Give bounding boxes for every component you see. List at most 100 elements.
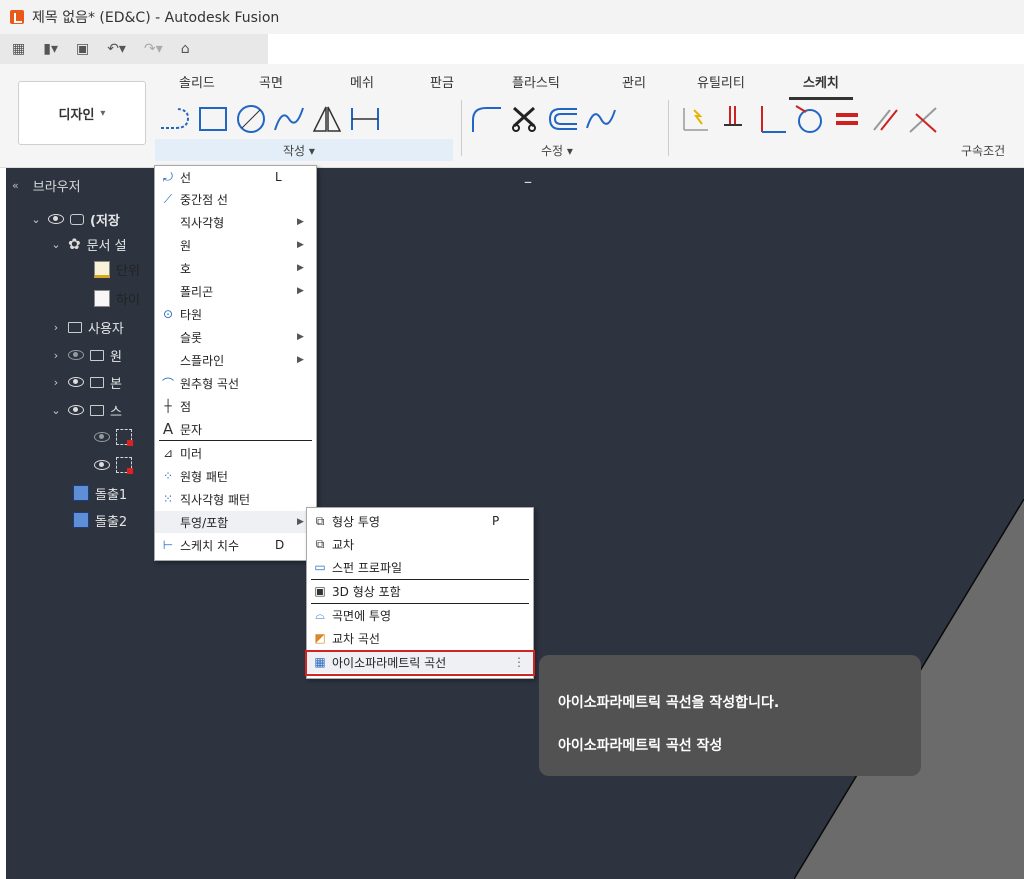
tree-row-units[interactable]: 단위 xyxy=(94,258,140,280)
minimize-icon[interactable]: – xyxy=(524,172,532,191)
trim-tool-icon[interactable] xyxy=(506,99,544,139)
tree-row-root[interactable]: ⌄ (저장 xyxy=(30,208,119,230)
spline-tool-icon[interactable] xyxy=(270,99,308,139)
menu-item-rectangle[interactable]: 직사각형 ▶ xyxy=(155,211,316,233)
submenu-arrow-icon: ▶ xyxy=(297,263,304,273)
folder-icon xyxy=(90,376,104,388)
create-tools xyxy=(156,98,384,140)
constraints-group-label[interactable]: 구속조건 xyxy=(961,142,1005,159)
menu-item-arc[interactable]: 호 ▶ xyxy=(155,257,316,279)
chevron-right-icon[interactable]: › xyxy=(50,349,62,362)
hidden-eye-icon[interactable] xyxy=(94,432,110,442)
menu-item-text[interactable]: A 문자 xyxy=(155,418,316,440)
menu-item-spun-profile[interactable]: ▭ 스펀 프로파일 xyxy=(307,556,533,578)
named-view-icon xyxy=(94,289,110,307)
menu-item-project-include[interactable]: 투영/포함 ▶ xyxy=(155,511,316,533)
tree-row-document-settings[interactable]: ⌄ ✿ 문서 설 xyxy=(50,233,127,255)
tab-mesh[interactable]: 메쉬 xyxy=(350,72,374,91)
chevron-right-icon[interactable]: › xyxy=(50,376,62,389)
rectangle-tool-icon[interactable] xyxy=(194,99,232,139)
file-menu-icon[interactable]: ▮▾ xyxy=(43,41,58,57)
project-to-surface-icon: ⌓ xyxy=(315,607,325,622)
tree-row-sketches[interactable]: ⌄ 스 xyxy=(50,399,122,421)
tab-surface[interactable]: 곡면 xyxy=(259,72,283,91)
menu-item-spline[interactable]: 스플라인 ▶ xyxy=(155,349,316,371)
tab-sheet-metal[interactable]: 판금 xyxy=(430,72,454,91)
offset-tool-icon[interactable] xyxy=(544,99,582,139)
tree-row-hidden[interactable]: 하이 xyxy=(94,287,140,309)
menu-item-ellipse[interactable]: ⊙ 타원 xyxy=(155,303,316,325)
separator xyxy=(461,100,462,156)
tab-plastic[interactable]: 플라스틱 xyxy=(512,72,560,91)
menu-item-point[interactable]: ┼ 점 xyxy=(155,395,316,417)
menu-item-polygon[interactable]: 폴리곤 ▶ xyxy=(155,280,316,302)
ellipse-icon: ⊙ xyxy=(162,307,174,321)
tree-row-sketch-b[interactable] xyxy=(94,454,138,476)
perpendicular-constraint-icon[interactable] xyxy=(752,99,790,139)
include-3d-icon: ▣ xyxy=(314,584,326,598)
line-tool-icon[interactable] xyxy=(156,99,194,139)
menu-item-line[interactable]: ⤾ 선 L xyxy=(155,166,316,188)
tab-manage[interactable]: 관리 xyxy=(622,72,646,91)
tree-label: 원 xyxy=(110,349,122,365)
tab-utilities[interactable]: 유틸리티 xyxy=(697,72,745,91)
menu-item-mirror[interactable]: ⊿ 미러 xyxy=(155,442,316,464)
visibility-eye-icon[interactable] xyxy=(68,377,84,387)
circle-tool-icon[interactable] xyxy=(232,99,270,139)
tree-label: 단위 xyxy=(116,263,140,279)
chevron-down-icon[interactable]: ⌄ xyxy=(50,404,62,417)
chevron-down-icon[interactable]: ⌄ xyxy=(50,238,62,251)
fillet-tool-icon[interactable] xyxy=(468,99,506,139)
chevron-down-icon[interactable]: ⌄ xyxy=(30,213,42,226)
command-tooltip: 아이소파라메트릭 곡선을 작성합니다. 아이소파라메트릭 곡선 작성 xyxy=(539,655,921,776)
tree-row-bodies[interactable]: › 본 xyxy=(50,371,122,393)
tree-row-sketch-a[interactable] xyxy=(94,426,138,448)
redo-icon[interactable]: ↷▾ xyxy=(144,41,163,57)
visibility-eye-icon[interactable] xyxy=(94,460,110,470)
visibility-eye-icon[interactable] xyxy=(68,405,84,415)
tangent-constraint-icon[interactable] xyxy=(790,99,828,139)
menu-item-sketch-dimension[interactable]: ⊢ 스케치 치수 D xyxy=(155,534,316,556)
tree-row-origin[interactable]: › 원 xyxy=(50,344,122,366)
tree-row-extrude2[interactable]: 돌출2 xyxy=(73,509,127,531)
grid-menu-icon[interactable]: ▦ xyxy=(12,41,25,57)
tree-row-extrude1[interactable]: 돌출1 xyxy=(73,482,127,504)
menu-item-rectangular-pattern[interactable]: ⁙ 직사각형 패턴 xyxy=(155,488,316,510)
parallel-constraint-icon[interactable] xyxy=(866,99,904,139)
menu-item-circle[interactable]: 원 ▶ xyxy=(155,234,316,256)
menu-item-include-3d-geometry[interactable]: ▣ 3D 형상 포함 xyxy=(307,580,533,602)
create-group-label[interactable]: 작성 ▾ xyxy=(283,142,315,159)
visibility-eye-icon[interactable] xyxy=(48,214,64,224)
workspace-switcher[interactable]: 디자인 ▾ xyxy=(18,81,146,145)
tab-sketch[interactable]: 스케치 xyxy=(789,72,853,100)
menu-item-circular-pattern[interactable]: ⁘ 원형 패턴 xyxy=(155,465,316,487)
wave-tool-icon[interactable] xyxy=(582,99,620,139)
save-icon[interactable]: ▣ xyxy=(76,41,89,57)
menu-item-intersection-curve[interactable]: ◩ 교차 곡선 xyxy=(307,627,533,649)
menu-item-project-to-surface[interactable]: ⌓ 곡면에 투영 xyxy=(307,604,533,626)
dimension-tool-icon[interactable] xyxy=(346,99,384,139)
menu-item-intersect[interactable]: ⧉ 교차 xyxy=(307,533,533,555)
tree-label: 스 xyxy=(110,404,122,420)
tab-solid[interactable]: 솔리드 xyxy=(179,72,215,91)
collapse-panel-icon[interactable]: « xyxy=(12,179,19,192)
mirror-tool-icon[interactable] xyxy=(308,99,346,139)
hidden-eye-icon[interactable] xyxy=(68,350,84,360)
tree-label: 문서 설 xyxy=(86,238,127,254)
title-bar: 제목 없음* (ED&C) - Autodesk Fusion xyxy=(0,0,1024,34)
home-icon[interactable]: ⌂ xyxy=(181,41,190,57)
collinear-constraint-icon[interactable] xyxy=(904,99,942,139)
menu-item-slot[interactable]: 슬롯 ▶ xyxy=(155,326,316,348)
line-icon: ⤾ xyxy=(163,169,173,184)
component-icon xyxy=(70,213,84,225)
chevron-right-icon[interactable]: › xyxy=(50,321,62,334)
modify-group-label[interactable]: 수정 ▾ xyxy=(541,142,573,159)
equal-constraint-icon[interactable] xyxy=(828,99,866,139)
menu-item-conic-curve[interactable]: ⌒ 원추형 곡선 xyxy=(155,372,316,394)
ground-constraint-icon[interactable] xyxy=(714,99,752,139)
menu-item-project-geometry[interactable]: ⧉ 형상 투영 P xyxy=(307,510,533,532)
undo-icon[interactable]: ↶▾ xyxy=(107,41,126,57)
fix-constraint-icon[interactable] xyxy=(676,99,714,139)
menu-item-midpoint-line[interactable]: ⟋ 중간점 선 xyxy=(155,188,316,210)
tree-row-user-params[interactable]: › 사용자 xyxy=(50,316,124,338)
